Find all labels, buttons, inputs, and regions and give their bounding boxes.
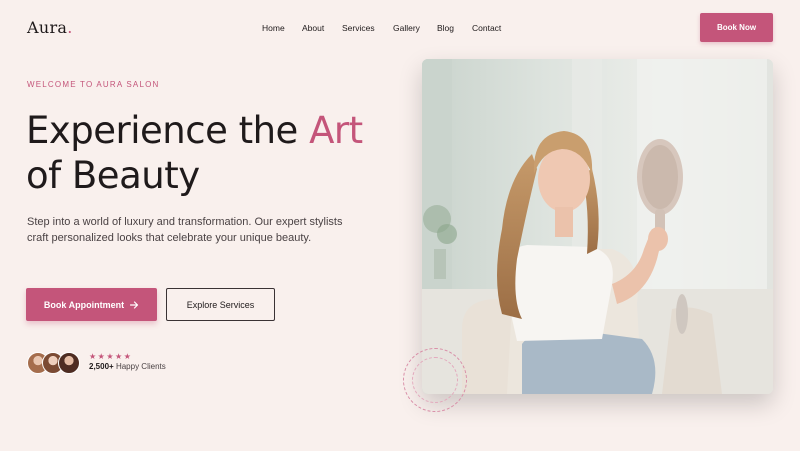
top-navbar: Aura. Home About Services Gallery Blog C… <box>0 0 800 56</box>
hero-description: Step into a world of luxury and transfor… <box>27 216 343 244</box>
book-appointment-button[interactable]: Book Appointment <box>26 288 157 321</box>
hero-headline: Experience the Art of Beauty <box>26 109 363 197</box>
decorative-dashed-circle <box>412 357 458 403</box>
hero-eyebrow: WELCOME TO AURA SALON <box>27 80 160 89</box>
salon-photo-illustration <box>422 59 773 394</box>
nav-link-about[interactable]: About <box>302 23 324 33</box>
client-avatars <box>27 352 83 374</box>
brand-logo[interactable]: Aura. <box>27 18 73 37</box>
hero-image <box>422 59 773 394</box>
rating-stars: ★★★★★ <box>89 352 133 361</box>
book-now-button[interactable]: Book Now <box>700 13 773 42</box>
arrow-right-icon <box>130 300 139 309</box>
nav-link-services[interactable]: Services <box>342 23 375 33</box>
headline-accent: Art <box>309 109 363 152</box>
avatar <box>58 352 80 374</box>
explore-services-button[interactable]: Explore Services <box>166 288 275 321</box>
nav-link-gallery[interactable]: Gallery <box>393 23 420 33</box>
happy-clients-label: 2,500+ Happy Clients <box>89 362 166 371</box>
nav-link-blog[interactable]: Blog <box>437 23 454 33</box>
nav-link-contact[interactable]: Contact <box>472 23 501 33</box>
nav-link-home[interactable]: Home <box>262 23 285 33</box>
